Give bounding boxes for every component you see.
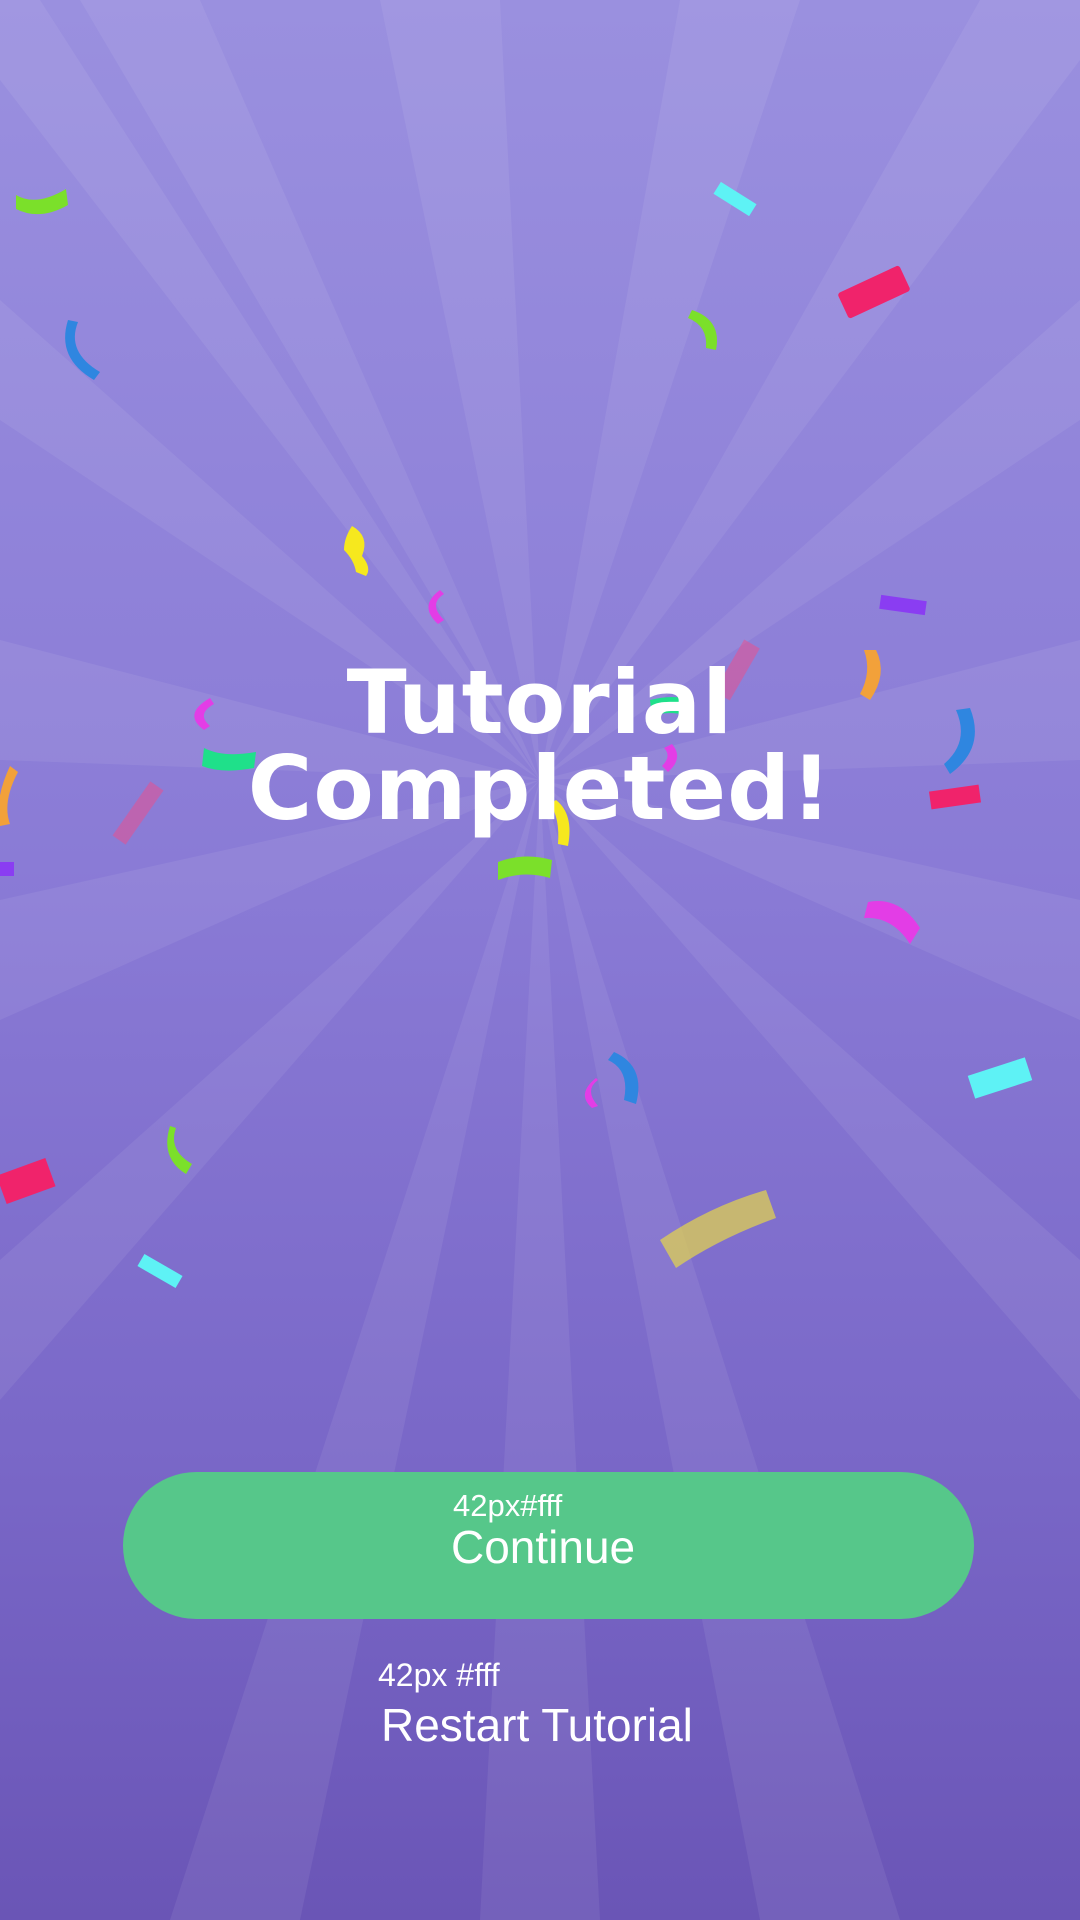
continue-button-caption: 42px#fff	[453, 1488, 563, 1523]
confetti-piece	[167, 1126, 192, 1174]
confetti-piece	[498, 856, 552, 880]
completion-title: Tutorial Completed!	[0, 651, 1080, 840]
confetti-piece	[864, 901, 920, 944]
confetti-piece	[713, 181, 757, 217]
confetti-piece	[660, 1190, 776, 1268]
confetti-piece	[344, 526, 369, 576]
confetti-piece	[584, 1078, 598, 1108]
confetti-piece	[16, 189, 68, 215]
restart-link-caption: 42px #fff	[378, 1657, 500, 1693]
confetti-piece	[608, 1052, 639, 1104]
confetti-piece	[0, 1158, 56, 1204]
continue-button-label[interactable]: Continue	[451, 1520, 635, 1574]
confetti-piece	[688, 310, 717, 350]
confetti-piece	[65, 320, 100, 380]
title-line-1: Tutorial	[346, 651, 734, 754]
confetti-piece	[879, 594, 927, 616]
confetti-piece	[137, 1253, 183, 1289]
confetti	[0, 181, 1033, 1289]
confetti-piece	[967, 1057, 1033, 1099]
confetti-piece	[838, 265, 910, 319]
confetti-piece	[0, 862, 14, 876]
title-line-2: Completed!	[247, 737, 833, 840]
confetti-piece	[428, 590, 444, 624]
restart-tutorial-link[interactable]: Restart Tutorial	[381, 1698, 693, 1752]
